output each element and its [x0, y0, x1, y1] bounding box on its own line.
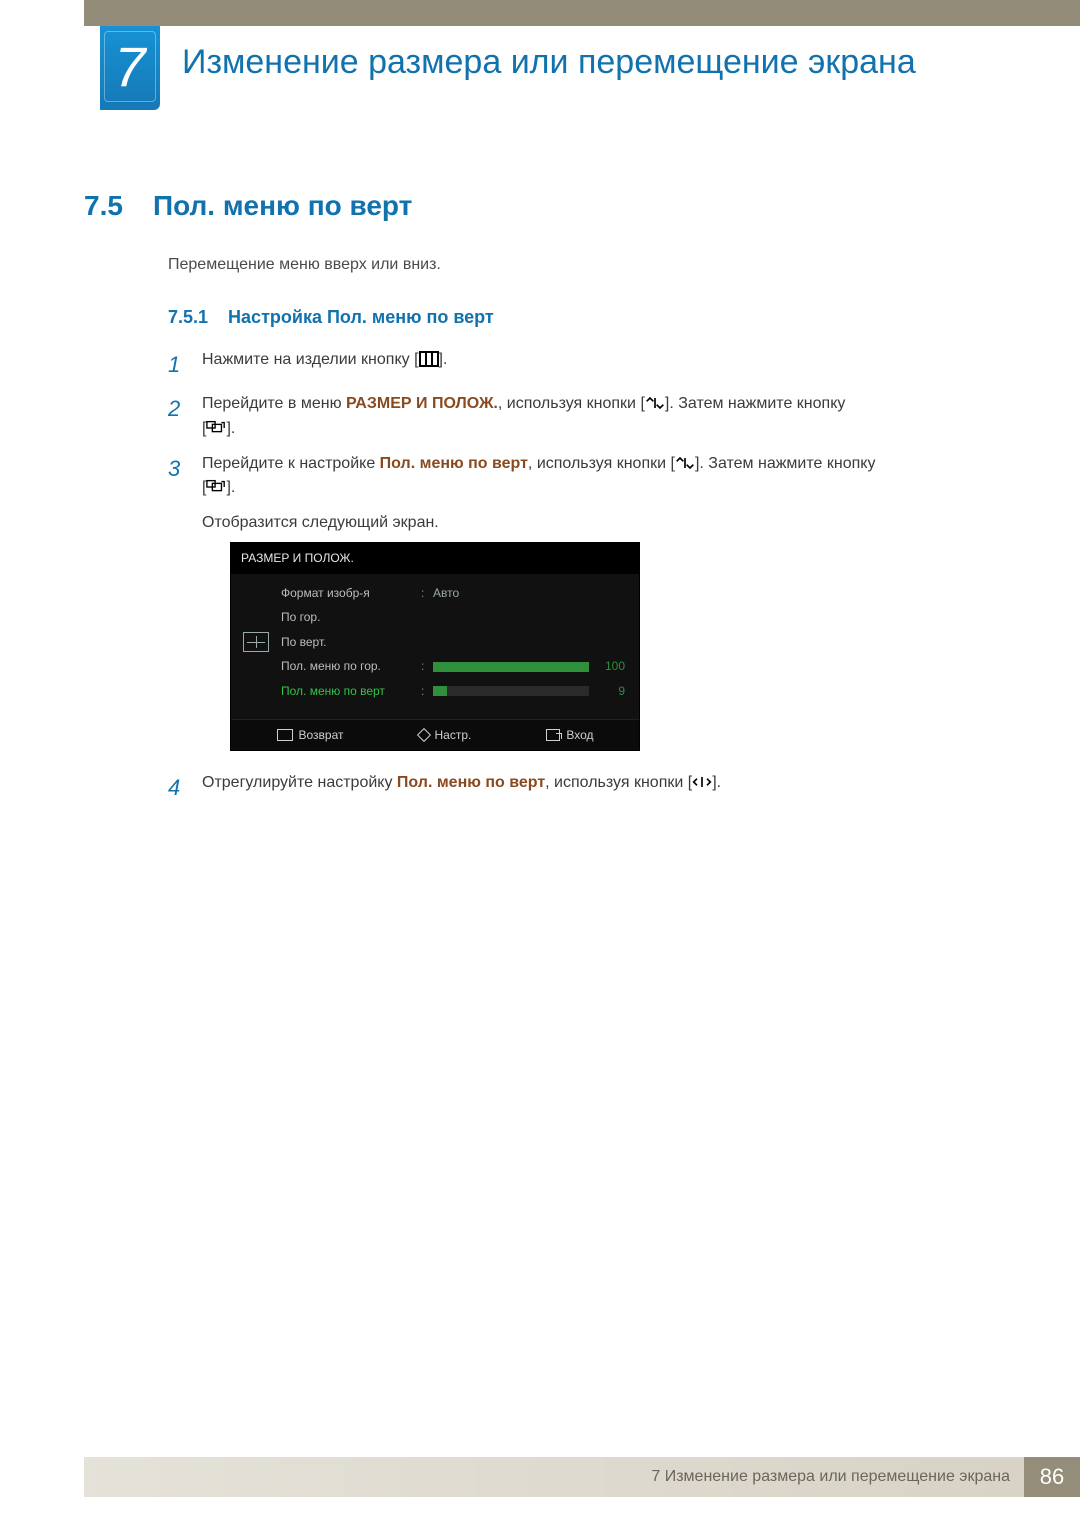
osd-row-hpos: По гор.	[281, 608, 625, 627]
step-number: 2	[168, 392, 184, 442]
text: ]. Затем нажмите кнопку	[695, 455, 875, 472]
section-title: Пол. меню по верт	[153, 190, 412, 222]
step-3: 3 Перейдите к настройке Пол. меню по вер…	[168, 452, 1000, 762]
text: Отобразится следующий экран.	[202, 511, 1000, 536]
menu-icon	[419, 351, 439, 367]
subsection-heading: 7.5.1 Настройка Пол. меню по верт	[168, 307, 494, 328]
text: , используя кнопки [	[545, 774, 692, 791]
diamond-icon	[416, 728, 430, 742]
text: Перейдите в меню	[202, 395, 346, 412]
text: , используя кнопки [	[528, 455, 675, 472]
footer-bar: 7 Изменение размера или перемещение экра…	[84, 1457, 1080, 1497]
osd-body: Формат изобр-я : Авто По гор. По верт. П…	[231, 574, 639, 719]
colon: :	[421, 682, 433, 701]
position-icon	[243, 632, 269, 652]
text: Отрегулируйте настройку	[202, 774, 397, 791]
enter-icon	[546, 729, 560, 741]
osd-row-menu-hpos: Пол. меню по гор. : 100	[281, 657, 625, 676]
label: Вход	[566, 726, 593, 745]
text: Нажмите на изделии кнопку [	[202, 351, 419, 368]
chapter-badge-inner: 7	[104, 31, 156, 102]
text: ]. Затем нажмите кнопку	[665, 395, 845, 412]
subsection-title: Настройка Пол. меню по верт	[228, 307, 494, 328]
step-body: Отрегулируйте настройку Пол. меню по вер…	[202, 771, 1000, 805]
page-number: 86	[1024, 1457, 1080, 1497]
osd-label: Формат изобр-я	[281, 584, 421, 603]
osd-title: РАЗМЕР И ПОЛОЖ.	[231, 543, 639, 574]
steps: 1 Нажмите на изделии кнопку []. 2 Перейд…	[168, 348, 1000, 815]
osd-slider	[433, 662, 589, 672]
step-body: Перейдите к настройке Пол. меню по верт,…	[202, 452, 1000, 762]
up-down-icon	[645, 395, 665, 411]
osd-label: По гор.	[281, 608, 421, 627]
osd-value: Авто	[433, 584, 483, 603]
slider-fill	[433, 662, 589, 672]
osd-row-menu-vpos: Пол. меню по верт : 9	[281, 682, 625, 701]
colon: :	[421, 657, 433, 676]
step-4: 4 Отрегулируйте настройку Пол. меню по в…	[168, 771, 1000, 805]
text: ].	[226, 479, 235, 496]
osd-panel: РАЗМЕР И ПОЛОЖ. Формат изобр-я : Авто По…	[230, 542, 640, 751]
osd-list: Формат изобр-я : Авто По гор. По верт. П…	[281, 584, 625, 701]
section-intro: Перемещение меню вверх или вниз.	[168, 256, 441, 274]
text: ].	[712, 774, 721, 791]
text: ].	[226, 420, 235, 437]
osd-label: Пол. меню по верт	[281, 682, 421, 701]
menu-name: РАЗМЕР И ПОЛОЖ.	[346, 395, 498, 412]
osd-footer: Возврат Настр. Вход	[231, 719, 639, 751]
text: Перейдите к настройке	[202, 455, 380, 472]
osd-footer-adjust: Настр.	[419, 726, 472, 745]
section-heading: 7.5 Пол. меню по верт	[84, 190, 1000, 222]
osd-footer-back: Возврат	[277, 726, 344, 745]
setting-name: Пол. меню по верт	[397, 774, 545, 791]
menu-icon	[277, 729, 293, 741]
top-bar	[84, 0, 1080, 26]
footer-chapter: 7 Изменение размера или перемещение экра…	[651, 1468, 1010, 1486]
step-number: 1	[168, 348, 184, 382]
label: Возврат	[299, 726, 344, 745]
osd-footer-enter: Вход	[546, 726, 593, 745]
up-down-icon	[675, 455, 695, 471]
label: Настр.	[435, 726, 472, 745]
colon: :	[421, 584, 433, 603]
section-number: 7.5	[84, 190, 123, 222]
chapter-title: Изменение размера или перемещение экрана	[182, 42, 1040, 83]
osd-category-icon-col	[241, 584, 271, 701]
step-body: Нажмите на изделии кнопку [].	[202, 348, 1000, 382]
osd-slider-value: 100	[595, 657, 625, 676]
osd-slider-value: 9	[595, 682, 625, 701]
step-number: 4	[168, 771, 184, 805]
step-body: Перейдите в меню РАЗМЕР И ПОЛОЖ., исполь…	[202, 392, 1000, 442]
setting-name: Пол. меню по верт	[380, 455, 528, 472]
chapter-badge: 7	[100, 26, 160, 110]
subsection-number: 7.5.1	[168, 307, 208, 328]
text: , используя кнопки [	[498, 395, 645, 412]
left-right-icon	[692, 774, 712, 790]
enter-icon	[206, 420, 226, 436]
osd-label: По верт.	[281, 633, 421, 652]
chapter-number: 7	[114, 34, 145, 99]
enter-icon	[206, 479, 226, 495]
osd-slider	[433, 686, 589, 696]
slider-fill	[433, 686, 447, 696]
osd-row-format: Формат изобр-я : Авто	[281, 584, 625, 603]
step-1: 1 Нажмите на изделии кнопку [].	[168, 348, 1000, 382]
osd-row-vpos: По верт.	[281, 633, 625, 652]
text: ].	[439, 351, 448, 368]
osd-label: Пол. меню по гор.	[281, 657, 421, 676]
step-2: 2 Перейдите в меню РАЗМЕР И ПОЛОЖ., испо…	[168, 392, 1000, 442]
step-number: 3	[168, 452, 184, 762]
